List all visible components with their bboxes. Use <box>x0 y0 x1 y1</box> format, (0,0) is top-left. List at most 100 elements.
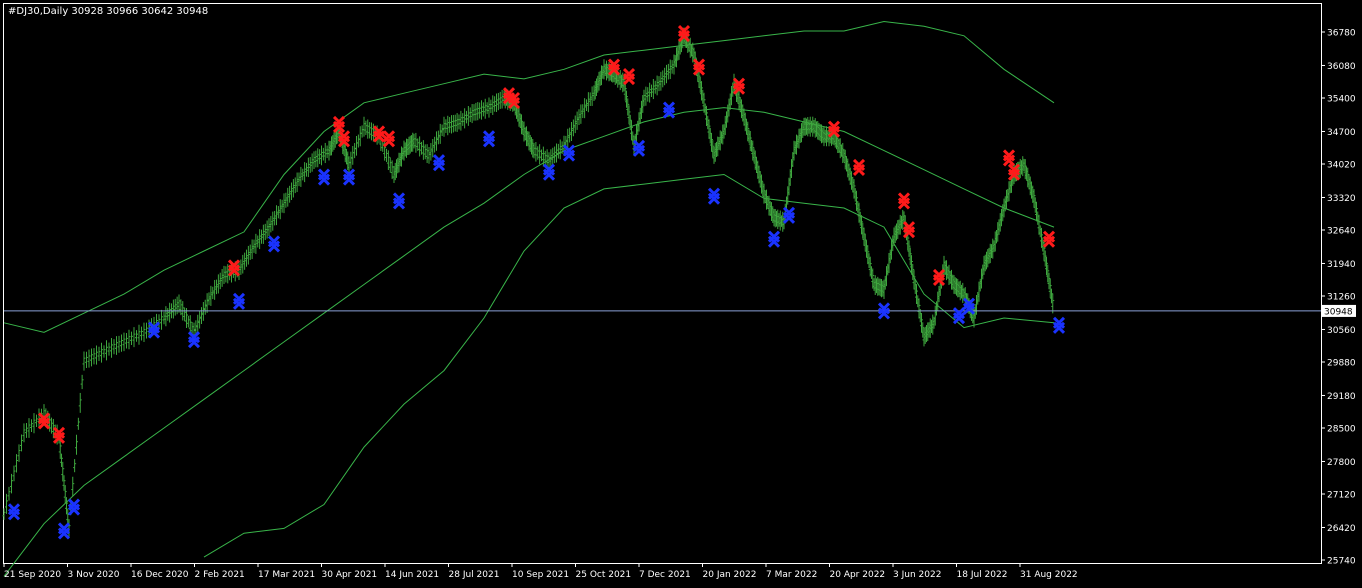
price-bar <box>275 205 278 226</box>
x-tick-label: 18 Jul 2022 <box>957 570 1008 580</box>
plot-frame <box>3 3 1322 564</box>
x-tick-label: 10 Sep 2021 <box>512 570 569 580</box>
bollinger-bands <box>3 20 1055 577</box>
price-bar <box>476 102 480 121</box>
price-bar <box>448 117 452 133</box>
buy-marker <box>392 192 406 210</box>
x-tick-label: 25 Oct 2021 <box>576 570 632 580</box>
price-bar <box>92 348 96 365</box>
sell-marker <box>1002 149 1016 167</box>
price-bar <box>142 322 146 343</box>
price-bar <box>461 113 465 126</box>
price-bar <box>355 135 358 156</box>
price-bar <box>320 145 323 166</box>
price-bar <box>478 102 482 119</box>
price-bar <box>73 459 77 473</box>
x-tick-label: 3 Nov 2020 <box>68 570 120 580</box>
price-bar <box>388 157 392 173</box>
price-bar <box>446 115 450 136</box>
price-bar <box>162 311 166 325</box>
price-bar <box>318 149 322 164</box>
price-bar <box>5 493 8 514</box>
buy-marker <box>432 154 446 172</box>
x-tick-label: 20 Jan 2022 <box>703 570 757 580</box>
price-bar <box>316 148 320 168</box>
sell-marker <box>227 259 241 277</box>
price-bar <box>431 139 435 158</box>
price-chart[interactable]: 30948 36780 36080 35400 34700 34020 33320 3264… <box>0 0 1362 584</box>
x-tick-label: 31 Aug 2022 <box>1020 570 1078 580</box>
sell-marker <box>1042 230 1056 248</box>
buy-marker <box>782 206 796 224</box>
price-bar <box>12 465 16 482</box>
price-bar <box>450 115 453 134</box>
chart-title: #DJ30,Daily 30928 30966 30642 30948 <box>8 6 208 17</box>
price-bar <box>353 143 357 159</box>
price-bar <box>80 374 84 390</box>
x-tick-label: 17 Mar 2021 <box>258 570 315 580</box>
price-bar <box>442 116 446 137</box>
price-bar <box>250 239 254 260</box>
price-bar <box>650 84 653 97</box>
y-tick-label: 36080 <box>1327 62 1356 72</box>
price-bar <box>145 322 148 339</box>
price-bar <box>85 351 88 368</box>
band-upper-line <box>3 20 1055 333</box>
price-bar <box>444 119 448 133</box>
price-bar <box>130 331 133 346</box>
x-tick-label: 7 Mar 2022 <box>766 570 817 580</box>
price-bar <box>213 279 217 300</box>
price-bar <box>2 508 6 520</box>
chart-svg[interactable]: 30948 36780 36080 35400 34700 34020 33320 3264… <box>0 0 1362 584</box>
price-bar <box>485 102 489 115</box>
price-bar <box>321 147 325 161</box>
price-bar <box>653 80 657 94</box>
price-bar <box>536 146 540 160</box>
price-bar <box>224 266 228 283</box>
price-bar <box>132 327 136 348</box>
price-bar <box>87 349 91 368</box>
price-bar <box>76 417 80 430</box>
price-bar <box>107 342 111 356</box>
price-bar <box>7 486 11 501</box>
price-bar <box>483 98 487 119</box>
price-bar <box>646 87 650 102</box>
price-bar <box>493 96 497 112</box>
price-bar <box>358 126 362 147</box>
price-bar <box>295 172 299 193</box>
price-bar <box>17 444 21 462</box>
price-bar <box>427 146 431 164</box>
price-bar <box>349 151 353 169</box>
price-bar <box>435 131 438 151</box>
y-tick-label: 33320 <box>1327 194 1356 204</box>
price-bar <box>590 86 594 106</box>
price-bar <box>457 114 461 130</box>
price-bar <box>586 92 590 113</box>
buy-marker <box>317 168 331 186</box>
y-axis: 36780 36080 35400 34700 34020 33320 32640 31940… <box>1321 29 1356 567</box>
price-bar <box>115 336 118 355</box>
y-tick-label: 32640 <box>1327 227 1356 237</box>
price-bar <box>10 473 13 494</box>
price-bar <box>120 334 123 352</box>
y-tick-label: 35400 <box>1327 95 1356 105</box>
price-bar <box>438 123 442 144</box>
price-bar <box>566 128 570 149</box>
price-bar <box>468 107 472 123</box>
sell-marker <box>382 130 396 148</box>
current-price-label: 30948 <box>1324 307 1353 317</box>
price-bar <box>186 315 190 328</box>
y-tick-label: 34700 <box>1327 128 1356 138</box>
price-bar <box>390 160 394 180</box>
x-axis: 21 Sep 2020 3 Nov 2020 16 Dec 2020 2 Feb 20… <box>3 563 1078 580</box>
y-tick-label: 28500 <box>1327 425 1356 435</box>
price-bar <box>455 113 459 132</box>
x-tick-label: 21 Sep 2020 <box>4 570 61 580</box>
price-bar <box>20 434 23 452</box>
price-bar <box>370 122 373 141</box>
price-bar <box>356 134 360 148</box>
price-bar <box>282 193 286 214</box>
price-bar <box>570 122 573 141</box>
price-bar <box>553 146 557 164</box>
price-bar <box>105 340 108 361</box>
